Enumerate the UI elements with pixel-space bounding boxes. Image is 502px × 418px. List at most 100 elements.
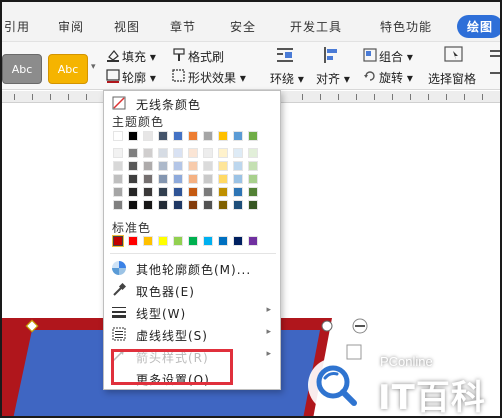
style-gallery-more-icon[interactable]: ▾ (91, 62, 96, 72)
wrap-button[interactable]: 环绕 ▾ (270, 70, 304, 87)
theme-color-swatch[interactable] (158, 174, 168, 184)
align-button[interactable]: 对齐 ▾ (316, 70, 350, 87)
standard-color-swatch[interactable] (233, 236, 243, 246)
standard-color-swatch[interactable] (248, 236, 258, 246)
theme-color-swatch[interactable] (188, 161, 198, 171)
theme-color-swatch[interactable] (218, 200, 228, 210)
tab-review[interactable]: 审阅 (58, 18, 84, 35)
theme-color-swatch[interactable] (218, 131, 228, 141)
theme-color-swatch[interactable] (188, 174, 198, 184)
shape-effects-button[interactable]: 形状效果 ▾ (188, 69, 246, 86)
standard-color-swatch[interactable] (203, 236, 213, 246)
theme-color-swatch[interactable] (233, 200, 243, 210)
theme-color-swatch[interactable] (173, 161, 183, 171)
theme-color-swatch[interactable] (128, 131, 138, 141)
theme-color-swatch[interactable] (188, 148, 198, 158)
rotate-button[interactable]: 旋转 ▾ (379, 69, 413, 86)
theme-color-swatch[interactable] (218, 187, 228, 197)
theme-color-swatch[interactable] (143, 200, 153, 210)
theme-color-swatch[interactable] (188, 187, 198, 197)
group-button[interactable]: 组合 ▾ (379, 48, 413, 65)
theme-color-swatch[interactable] (203, 174, 213, 184)
standard-color-swatch[interactable] (112, 235, 124, 247)
selection-pane-button[interactable]: 选择窗格 (428, 70, 476, 87)
theme-color-swatch[interactable] (233, 187, 243, 197)
theme-color-swatch[interactable] (218, 161, 228, 171)
theme-color-swatch[interactable] (143, 174, 153, 184)
menu-item-dash-type[interactable]: 虚线线型(S) ▸ (104, 323, 280, 345)
format-painter-button[interactable]: 格式刷 (188, 48, 224, 65)
theme-color-swatch[interactable] (248, 200, 258, 210)
theme-color-swatch[interactable] (143, 187, 153, 197)
theme-color-swatch[interactable] (128, 187, 138, 197)
theme-color-swatch[interactable] (113, 131, 123, 141)
tab-view[interactable]: 视图 (114, 18, 140, 35)
menu-item-eyedropper[interactable]: 取色器(E) (104, 279, 280, 301)
theme-color-swatch[interactable] (218, 174, 228, 184)
theme-color-swatch[interactable] (128, 200, 138, 210)
theme-color-swatch[interactable] (203, 131, 213, 141)
more-tools-icon[interactable] (488, 46, 500, 89)
standard-color-swatch[interactable] (158, 236, 168, 246)
ruler-tick (428, 94, 429, 100)
theme-color-swatch[interactable] (173, 174, 183, 184)
ruler-tick (68, 94, 69, 100)
theme-color-swatch[interactable] (113, 148, 123, 158)
theme-color-swatch[interactable] (203, 148, 213, 158)
theme-color-swatch[interactable] (248, 174, 258, 184)
theme-color-swatch[interactable] (248, 148, 258, 158)
standard-color-swatch[interactable] (128, 236, 138, 246)
theme-color-swatch[interactable] (233, 161, 243, 171)
tab-features[interactable]: 特色功能 (380, 18, 432, 35)
theme-color-swatch[interactable] (203, 187, 213, 197)
outline-button[interactable]: 轮廓 ▾ (122, 69, 156, 86)
theme-color-swatch[interactable] (173, 148, 183, 158)
theme-color-swatch[interactable] (113, 161, 123, 171)
menu-item-more-outline-colors[interactable]: 其他轮廓颜色(M)... (104, 257, 280, 279)
standard-color-swatch[interactable] (173, 236, 183, 246)
theme-color-swatch[interactable] (158, 200, 168, 210)
tab-section[interactable]: 章节 (170, 18, 196, 35)
theme-color-swatch[interactable] (128, 161, 138, 171)
theme-color-swatch[interactable] (173, 200, 183, 210)
theme-color-swatch[interactable] (158, 161, 168, 171)
style-preset-gray[interactable]: Abc (2, 54, 42, 84)
theme-color-swatch[interactable] (188, 200, 198, 210)
theme-color-swatch[interactable] (173, 131, 183, 141)
theme-color-swatch[interactable] (113, 200, 123, 210)
theme-color-swatch[interactable] (158, 131, 168, 141)
theme-color-swatch[interactable] (233, 174, 243, 184)
submenu-arrow-icon: ▸ (266, 349, 272, 359)
theme-color-swatch[interactable] (233, 148, 243, 158)
standard-color-swatch[interactable] (188, 236, 198, 246)
fill-button[interactable]: 填充 ▾ (122, 48, 156, 65)
tab-drawing[interactable]: 绘图 (457, 15, 500, 38)
theme-color-swatch[interactable] (233, 131, 243, 141)
theme-color-swatch[interactable] (188, 131, 198, 141)
tab-references[interactable]: 引用 (4, 18, 30, 35)
theme-color-swatch[interactable] (203, 200, 213, 210)
standard-color-swatch[interactable] (143, 236, 153, 246)
theme-color-swatch[interactable] (203, 161, 213, 171)
theme-color-swatch[interactable] (158, 187, 168, 197)
theme-color-swatch[interactable] (248, 161, 258, 171)
tab-developer[interactable]: 开发工具 (290, 18, 342, 35)
menu-item-no-line-color[interactable]: 无线条颜色 (104, 92, 280, 114)
theme-color-swatch[interactable] (218, 148, 228, 158)
standard-color-swatch[interactable] (218, 236, 228, 246)
theme-color-swatch[interactable] (113, 187, 123, 197)
theme-color-swatch[interactable] (248, 187, 258, 197)
tab-security[interactable]: 安全 (230, 18, 256, 35)
theme-color-swatch[interactable] (158, 148, 168, 158)
theme-color-swatch[interactable] (248, 131, 258, 141)
menu-item-line-type[interactable]: 线型(W) ▸ (104, 301, 280, 323)
theme-color-swatch[interactable] (128, 148, 138, 158)
theme-color-swatch[interactable] (113, 174, 123, 184)
theme-color-swatch[interactable] (128, 174, 138, 184)
theme-color-swatch[interactable] (143, 161, 153, 171)
style-preset-orange[interactable]: Abc (48, 54, 88, 84)
theme-color-swatch[interactable] (143, 148, 153, 158)
theme-color-swatch[interactable] (143, 131, 153, 141)
theme-color-swatch[interactable] (173, 187, 183, 197)
ruler-tick (320, 94, 321, 100)
